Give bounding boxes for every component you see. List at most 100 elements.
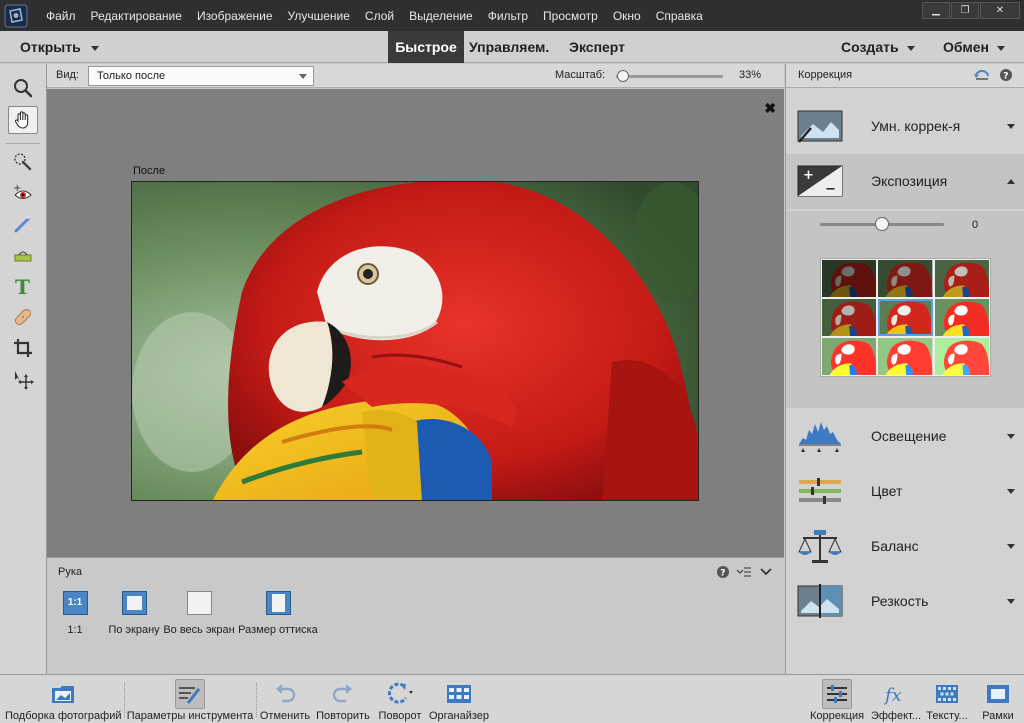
exposure-slider-thumb[interactable] <box>875 217 889 231</box>
section-smart-fix[interactable]: Умн. коррек-я <box>786 99 1024 154</box>
svg-text:+: + <box>803 168 814 183</box>
open-button-label: Открыть <box>20 39 81 55</box>
organizer-button[interactable]: Органайзер <box>428 675 490 723</box>
actual-pixels-label: 1:1 <box>67 624 83 636</box>
view-options-bar: Вид: Только после Масштаб: 33% <box>47 64 784 88</box>
tab-quick[interactable]: Быстрое <box>388 31 464 63</box>
textures-icon <box>936 685 958 703</box>
close-icon[interactable]: ✖ <box>764 100 776 117</box>
undo-button[interactable]: Отменить <box>258 675 312 723</box>
restore-icon[interactable]: ❐ <box>951 2 979 19</box>
tools-panel: + T <box>0 64 47 674</box>
menu-window[interactable]: Окно <box>613 9 641 23</box>
minimize-icon[interactable]: ▁ <box>922 2 950 19</box>
section-sharpen[interactable]: Резкость <box>786 574 1024 629</box>
help-icon[interactable]: ? <box>716 565 730 579</box>
photo-bin-button[interactable]: Подборка фотографий <box>5 675 122 723</box>
zoom-tool[interactable] <box>8 74 38 102</box>
mode-bar: Открыть Быстрое Управляем. Эксперт Созда… <box>0 31 1024 63</box>
exposure-preview-thumb[interactable] <box>934 299 989 336</box>
chevron-down-icon <box>1007 124 1015 129</box>
straighten-tool[interactable] <box>8 241 38 269</box>
rotate-button[interactable]: Поворот <box>374 675 426 723</box>
menu-help[interactable]: Справка <box>656 9 703 23</box>
open-button[interactable]: Открыть <box>20 31 99 63</box>
app-logo-icon <box>4 4 28 28</box>
menu-bar: Файл Редактирование Изображение Улучшени… <box>0 0 1024 31</box>
section-label: Экспозиция <box>871 173 948 189</box>
section-balance[interactable]: Баланс <box>786 519 1024 574</box>
hand-tool[interactable] <box>8 106 38 134</box>
exposure-preview-thumb[interactable] <box>878 260 933 297</box>
exposure-preview-thumb[interactable] <box>878 299 933 336</box>
color-icon <box>799 478 841 504</box>
textures-button[interactable]: Тексту... <box>922 675 972 723</box>
collapse-icon[interactable] <box>760 567 772 577</box>
exposure-value: 0 <box>972 219 979 231</box>
menu-view[interactable]: Просмотр <box>543 9 598 23</box>
zoom-slider-track[interactable] <box>616 75 723 78</box>
view-select[interactable]: Только после <box>88 66 314 86</box>
whiten-teeth-tool[interactable] <box>8 210 38 238</box>
fit-screen-label: По экрану <box>108 624 160 636</box>
adjustments-button[interactable]: Коррекция <box>808 675 866 723</box>
menu-select[interactable]: Выделение <box>409 9 473 23</box>
chevron-down-icon <box>299 74 307 79</box>
crop-icon <box>14 339 32 357</box>
section-label: Умн. коррек-я <box>871 118 961 134</box>
panel-menu-icon[interactable] <box>736 565 752 579</box>
fit-screen-icon <box>121 591 147 615</box>
image-canvas[interactable]: ✖ После <box>47 89 784 557</box>
close-icon[interactable]: ✕ <box>980 2 1020 19</box>
tool-options-controls: ? <box>716 565 772 579</box>
exposure-preview-thumb[interactable] <box>934 260 989 297</box>
tool-options-button[interactable]: Параметры инструмента <box>126 675 254 723</box>
exposure-preview-thumb[interactable] <box>878 338 933 375</box>
effects-icon: fx <box>883 685 902 705</box>
menu-layer[interactable]: Слой <box>365 9 394 23</box>
effects-button[interactable]: fx Эффект... <box>870 675 922 723</box>
tool-options-icon <box>179 687 201 704</box>
menu-enhance[interactable]: Улучшение <box>288 9 350 23</box>
bottom-bar: Подборка фотографий Параметры инструмент… <box>0 674 1024 723</box>
fit-screen-button[interactable]: По экрану <box>107 591 161 636</box>
svg-text:fx: fx <box>883 685 902 705</box>
zoom-slider-thumb[interactable] <box>617 70 630 82</box>
spot-healing-tool[interactable] <box>8 303 38 331</box>
actual-pixels-button[interactable]: 1:1 1:1 <box>60 591 90 636</box>
exposure-preview-thumb[interactable] <box>934 338 989 375</box>
menu-edit[interactable]: Редактирование <box>91 9 182 23</box>
create-button[interactable]: Создать <box>841 31 915 63</box>
crop-tool[interactable] <box>8 334 38 362</box>
straighten-icon <box>14 251 32 262</box>
chevron-up-icon <box>1007 179 1015 184</box>
exposure-preview-thumb[interactable] <box>822 299 877 336</box>
type-tool[interactable]: T <box>8 272 38 300</box>
print-size-icon <box>265 591 291 615</box>
move-icon <box>15 371 34 390</box>
section-lighting[interactable]: Освещение <box>786 409 1024 464</box>
menu-image[interactable]: Изображение <box>197 9 273 23</box>
section-color[interactable]: Цвет <box>786 464 1024 519</box>
share-button[interactable]: Обмен <box>943 31 1005 63</box>
view-select-value: Только после <box>97 70 166 82</box>
fill-screen-label: Во весь экран <box>163 624 235 636</box>
svg-text:−: − <box>825 182 836 197</box>
panel-menu-icon[interactable]: ? <box>999 68 1013 82</box>
tab-guided[interactable]: Управляем. <box>469 31 549 63</box>
menu-file[interactable]: Файл <box>46 9 76 23</box>
frames-button[interactable]: Рамки <box>976 675 1020 723</box>
tab-expert[interactable]: Эксперт <box>569 31 625 63</box>
print-size-button[interactable]: Размер оттиска <box>238 591 318 636</box>
chevron-down-icon <box>1007 434 1015 439</box>
move-tool[interactable] <box>8 365 38 393</box>
exposure-preview-thumb[interactable] <box>822 260 877 297</box>
redo-button[interactable]: Повторить <box>315 675 371 723</box>
fill-screen-button[interactable]: Во весь экран <box>163 591 235 636</box>
section-exposure[interactable]: + − Экспозиция <box>786 154 1024 209</box>
exposure-preview-thumb[interactable] <box>822 338 877 375</box>
reset-icon[interactable] <box>973 68 991 82</box>
red-eye-tool[interactable]: + <box>8 179 38 207</box>
menu-filter[interactable]: Фильтр <box>488 9 528 23</box>
quick-selection-tool[interactable] <box>8 148 38 176</box>
